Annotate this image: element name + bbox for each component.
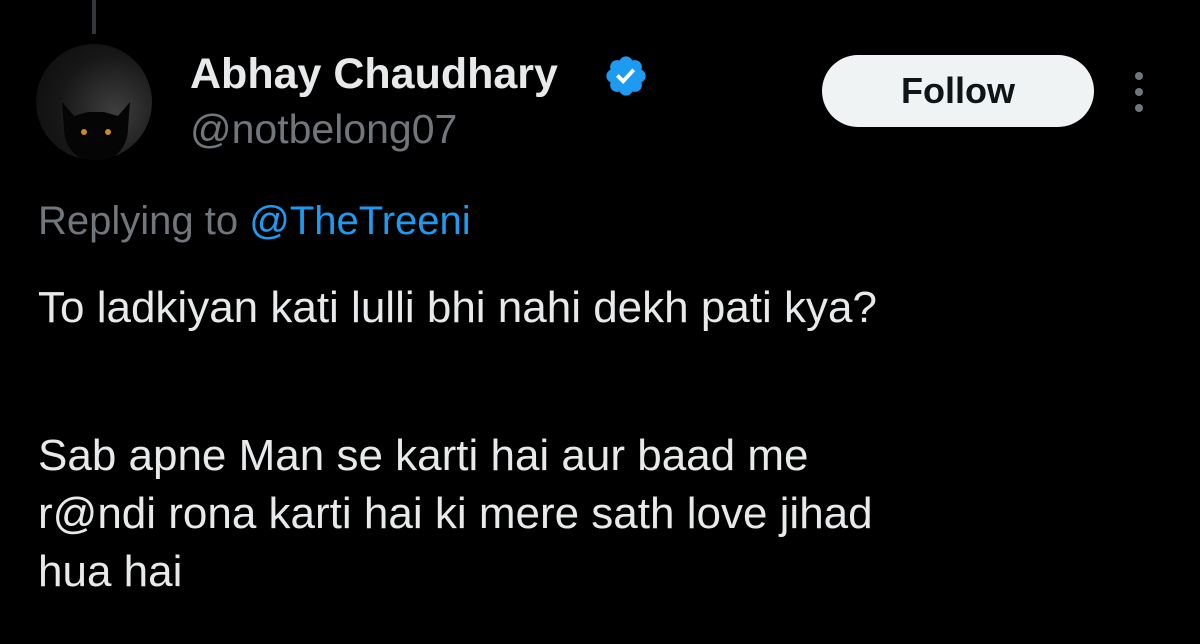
reply-mention-link[interactable]: @TheTreeni (249, 199, 470, 243)
black-cat-avatar-icon (62, 102, 130, 160)
author-display-name[interactable]: Abhay Chaudhary (190, 48, 558, 100)
author-handle[interactable]: @notbelong07 (190, 104, 457, 154)
tweet-paragraph-2-line-3: hua hai (38, 547, 183, 596)
tweet-paragraph-2-line-2: r@ndi rona karti hai ki mere sath love j… (38, 489, 873, 538)
tweet-text: To ladkiyan kati lulli bhi nahi dekh pat… (38, 279, 1168, 601)
replying-to-line: Replying to @TheTreeni (38, 196, 471, 246)
replying-to-label: Replying to (38, 199, 239, 243)
more-options-icon[interactable] (1126, 70, 1154, 114)
tweet-paragraph-2-line-1: Sab apne Man se karti hai aur baad me (38, 431, 809, 480)
avatar[interactable] (36, 44, 152, 160)
verified-badge-icon (606, 56, 646, 96)
thread-connector-line (92, 0, 96, 34)
tweet-paragraph-1: To ladkiyan kati lulli bhi nahi dekh pat… (38, 283, 877, 332)
follow-button[interactable]: Follow (822, 55, 1094, 127)
